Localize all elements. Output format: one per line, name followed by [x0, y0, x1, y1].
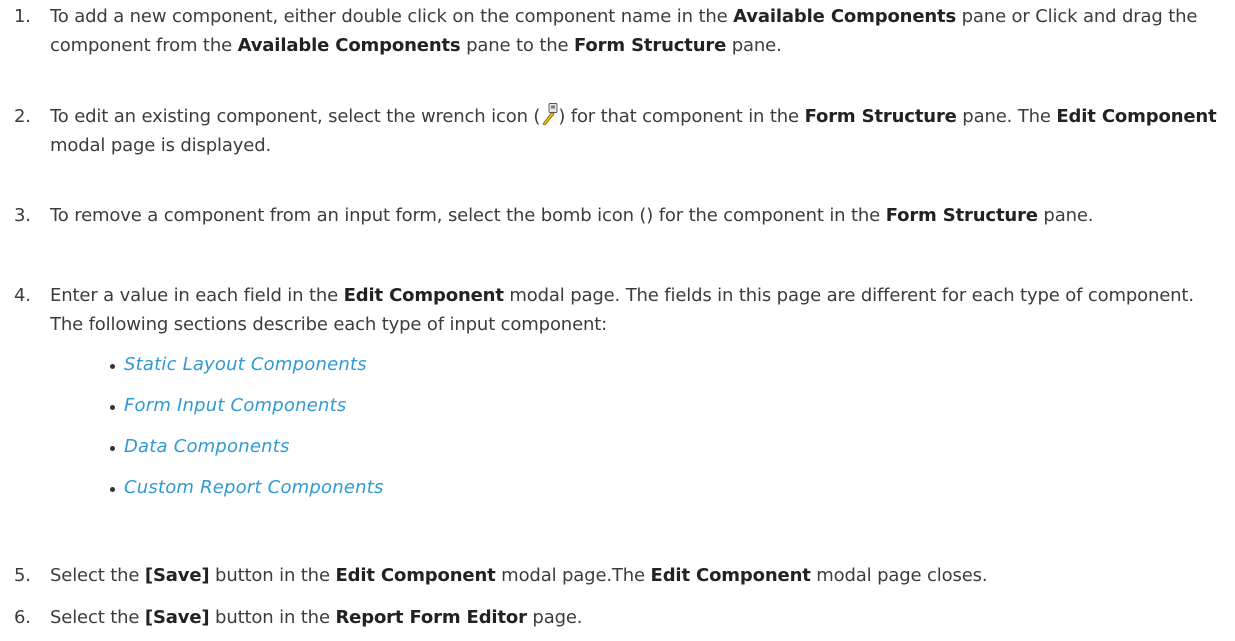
term-edit-component: Edit Component	[343, 285, 504, 306]
list-item: Data Components	[110, 435, 384, 476]
link-form-input-components[interactable]: Form Input Components	[124, 395, 346, 416]
step-6: 6. Select the [Save] button in the Repor…	[14, 603, 1225, 632]
bullet-dot	[110, 364, 115, 369]
step-text: To add a new component, either double cl…	[50, 6, 1198, 56]
step-text: Select the [Save] button in the Report F…	[50, 607, 583, 628]
component-section-links: Static Layout Components Form Input Comp…	[110, 353, 384, 517]
step-2: 2. To edit an existing component, select…	[14, 102, 1225, 160]
step-4: 4. Enter a value in each field in the Ed…	[14, 281, 1225, 339]
term-available-components: Available Components	[237, 35, 461, 56]
term-edit-component: Edit Component	[650, 565, 811, 586]
step-text: To edit an existing component, select th…	[50, 102, 1225, 160]
link-custom-report-components[interactable]: Custom Report Components	[124, 477, 384, 498]
step-text: Enter a value in each field in the Edit …	[50, 285, 1194, 335]
step-number: 2.	[14, 106, 31, 127]
step-number: 1.	[14, 6, 31, 27]
wrench-icon	[540, 103, 558, 126]
step-number: 5.	[14, 565, 31, 586]
link-data-components[interactable]: Data Components	[124, 436, 290, 457]
term-report-form-editor: Report Form Editor	[335, 607, 527, 628]
step-number: 4.	[14, 285, 31, 306]
step-text: Select the [Save] button in the Edit Com…	[50, 565, 988, 586]
step-number: 6.	[14, 607, 31, 628]
bullet-dot	[110, 487, 115, 492]
term-edit-component: Edit Component	[335, 565, 496, 586]
term-save-button: [Save]	[144, 607, 210, 628]
term-form-structure: Form Structure	[574, 35, 727, 56]
step-text: To remove a component from an input form…	[50, 205, 1094, 226]
step-3: 3. To remove a component from an input f…	[14, 201, 1225, 230]
bullet-dot	[110, 446, 115, 451]
step-5: 5. Select the [Save] button in the Edit …	[14, 561, 1225, 590]
list-item: Static Layout Components	[110, 353, 384, 394]
term-form-structure: Form Structure	[885, 205, 1038, 226]
step-1: 1. To add a new component, either double…	[14, 2, 1225, 60]
bullet-dot	[110, 405, 115, 410]
term-edit-component: Edit Component	[1056, 106, 1217, 127]
document-page: 1. To add a new component, either double…	[0, 0, 1235, 641]
list-item: Custom Report Components	[110, 476, 384, 517]
term-available-components: Available Components	[733, 6, 957, 27]
step-number: 3.	[14, 205, 31, 226]
term-form-structure: Form Structure	[804, 106, 957, 127]
term-save-button: [Save]	[144, 565, 210, 586]
link-static-layout-components[interactable]: Static Layout Components	[124, 354, 367, 375]
list-item: Form Input Components	[110, 394, 384, 435]
